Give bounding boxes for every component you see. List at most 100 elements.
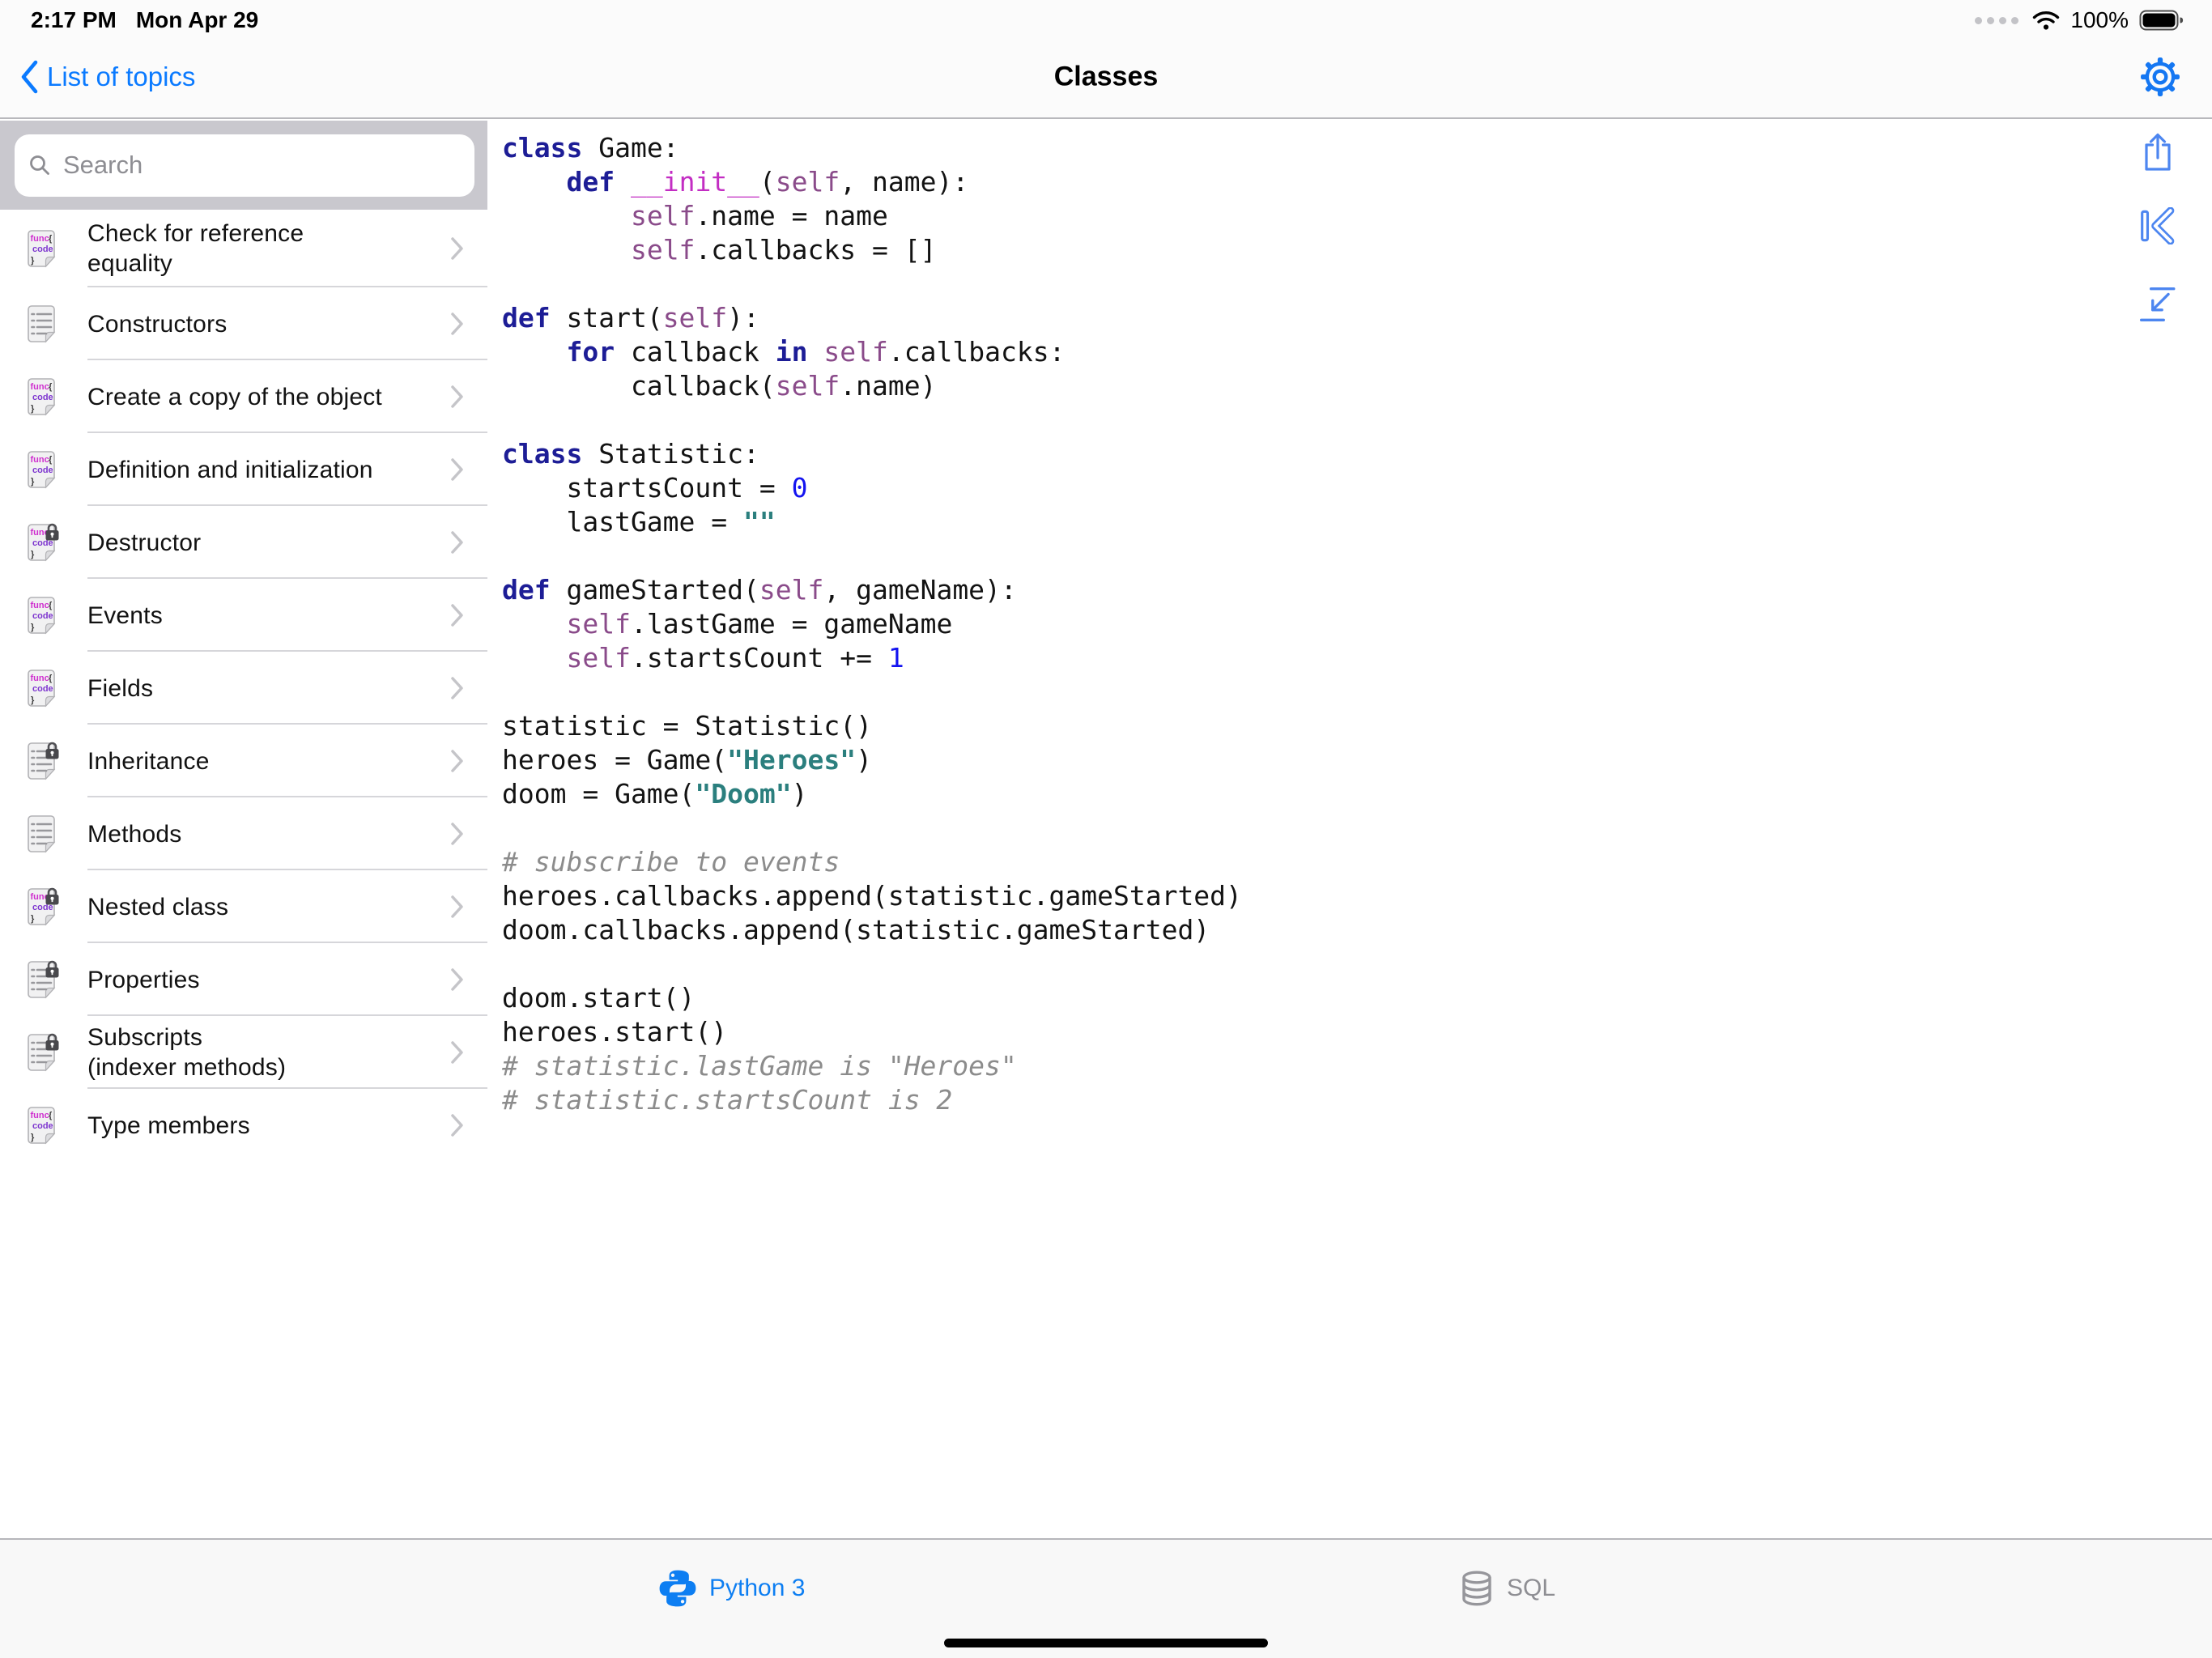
- svg-text:func: func: [31, 234, 49, 244]
- chevron-right-icon: [450, 603, 465, 627]
- doc-lines-file-icon-locked: [27, 1033, 59, 1072]
- chevron-right-icon: [450, 312, 465, 336]
- code-line: statistic = Statistic(): [502, 709, 2212, 743]
- topic-item-label: Events: [87, 601, 450, 631]
- topic-item[interactable]: func{code}Definition and initialization: [0, 433, 487, 506]
- search-icon: [28, 154, 51, 176]
- status-date: Mon Apr 29: [136, 7, 258, 33]
- doc-lines-file-icon-locked: [27, 960, 59, 999]
- topic-item-label: Subscripts (indexer methods): [87, 1022, 450, 1082]
- svg-text:}: }: [31, 256, 35, 266]
- topic-item[interactable]: Methods: [0, 797, 487, 870]
- code-line: self.lastGame = gameName: [502, 607, 2212, 641]
- chevron-right-icon: [450, 530, 465, 555]
- svg-text:{: {: [49, 601, 53, 610]
- gear-icon: [2140, 87, 2180, 100]
- topic-item-label: Create a copy of the object: [87, 382, 450, 412]
- code-line: [502, 267, 2212, 301]
- chevron-right-icon: [450, 457, 465, 482]
- tab-python3-label: Python 3: [709, 1575, 805, 1602]
- svg-text:func: func: [31, 455, 49, 465]
- code-line: heroes.callbacks.append(statistic.gameSt…: [502, 879, 2212, 913]
- chevron-right-icon: [450, 385, 465, 409]
- share-button[interactable]: [2138, 131, 2179, 172]
- back-button[interactable]: List of topics: [19, 60, 195, 94]
- topic-item[interactable]: Subscripts (indexer methods): [0, 1016, 487, 1089]
- code-line: [502, 403, 2212, 437]
- topic-item[interactable]: funccode} Destructor: [0, 506, 487, 579]
- svg-text:{: {: [49, 674, 53, 683]
- top-bar: 2:17 PM Mon Apr 29 100%: [0, 0, 2212, 119]
- topic-item[interactable]: func{code} Check for reference equality: [0, 210, 487, 287]
- topic-item-label: Type members: [87, 1111, 450, 1141]
- search-input[interactable]: Search: [15, 134, 474, 197]
- svg-text:code: code: [32, 466, 53, 475]
- wifi-icon: [2032, 10, 2060, 31]
- topic-item[interactable]: func{code}Events: [0, 579, 487, 652]
- collapse-button[interactable]: [2138, 285, 2179, 325]
- topic-item[interactable]: Inheritance: [0, 725, 487, 797]
- search-bar-container: Search: [0, 121, 487, 210]
- code-line: def __init__(self, name):: [502, 165, 2212, 199]
- svg-text:}: }: [31, 550, 35, 559]
- tab-python3[interactable]: Python 3: [657, 1554, 805, 1622]
- svg-text:{: {: [49, 1111, 53, 1120]
- chevron-right-icon: [450, 1040, 465, 1065]
- chevron-right-icon: [450, 822, 465, 846]
- svg-text:code: code: [32, 244, 53, 254]
- settings-button[interactable]: [2140, 57, 2180, 97]
- func-code-file-icon: func{code}: [27, 229, 59, 268]
- func-code-file-icon: func{code}: [27, 669, 59, 708]
- code-line: doom.start(): [502, 981, 2212, 1015]
- topic-item-label: Definition and initialization: [87, 455, 450, 485]
- svg-text:{: {: [49, 382, 53, 392]
- tab-sql-label: SQL: [1507, 1575, 1555, 1602]
- code-line: # subscribe to events: [502, 845, 2212, 879]
- code-block: class Game: def __init__(self, name): se…: [487, 121, 2212, 1117]
- svg-text:}: }: [31, 404, 35, 414]
- code-line: for callback in self.callbacks:: [502, 335, 2212, 369]
- tab-sql[interactable]: SQL: [1458, 1554, 1555, 1622]
- topic-item-label: Destructor: [87, 528, 450, 558]
- topic-item[interactable]: func{code}Type members: [0, 1089, 487, 1162]
- svg-text:code: code: [32, 611, 53, 621]
- code-line: self.startsCount += 1: [502, 641, 2212, 675]
- chevron-left-icon: [19, 60, 39, 94]
- status-time: 2:17 PM: [31, 7, 117, 33]
- code-line: [502, 539, 2212, 573]
- topic-item[interactable]: func{code}Fields: [0, 652, 487, 725]
- func-code-file-icon-locked: funccode}: [27, 523, 59, 562]
- cellular-dots-icon: [1975, 17, 2018, 24]
- home-indicator[interactable]: [944, 1639, 1268, 1647]
- code-line: heroes.start(): [502, 1015, 2212, 1049]
- code-line: [502, 675, 2212, 709]
- topic-item-label: Check for reference equality: [87, 219, 450, 278]
- topic-item[interactable]: func{code} Create a copy of the object: [0, 360, 487, 433]
- svg-text:code: code: [32, 1121, 53, 1131]
- topic-item-label: Methods: [87, 819, 450, 849]
- code-line: # statistic.lastGame is "Heroes": [502, 1049, 2212, 1083]
- code-line: # statistic.startsCount is 2: [502, 1083, 2212, 1117]
- battery-icon: [2139, 10, 2184, 31]
- topic-item[interactable]: Properties: [0, 943, 487, 1016]
- battery-percent: 100%: [2070, 7, 2129, 33]
- code-line: self.callbacks = []: [502, 233, 2212, 267]
- collapse-arrow-icon: [2138, 313, 2177, 327]
- func-code-file-icon: func{code}: [27, 377, 59, 416]
- chevron-right-icon: [450, 236, 465, 261]
- chevron-right-icon: [450, 749, 465, 773]
- code-view[interactable]: class Game: def __init__(self, name): se…: [487, 121, 2212, 1537]
- topic-list: func{code}Check for reference equalityCo…: [0, 210, 487, 1658]
- svg-text:{: {: [49, 234, 53, 244]
- status-bar: 2:17 PM Mon Apr 29 100%: [0, 0, 2212, 36]
- topic-item[interactable]: funccode}Nested class: [0, 870, 487, 943]
- search-placeholder: Search: [63, 151, 143, 180]
- svg-text:func: func: [31, 674, 49, 683]
- chevron-right-icon: [450, 1113, 465, 1137]
- svg-text:func: func: [31, 1111, 49, 1120]
- svg-text:func: func: [31, 382, 49, 392]
- code-line: class Statistic:: [502, 437, 2212, 471]
- topic-item-label: Constructors: [87, 309, 450, 339]
- topic-item[interactable]: Constructors: [0, 287, 487, 360]
- skip-to-start-button[interactable]: [2138, 207, 2179, 248]
